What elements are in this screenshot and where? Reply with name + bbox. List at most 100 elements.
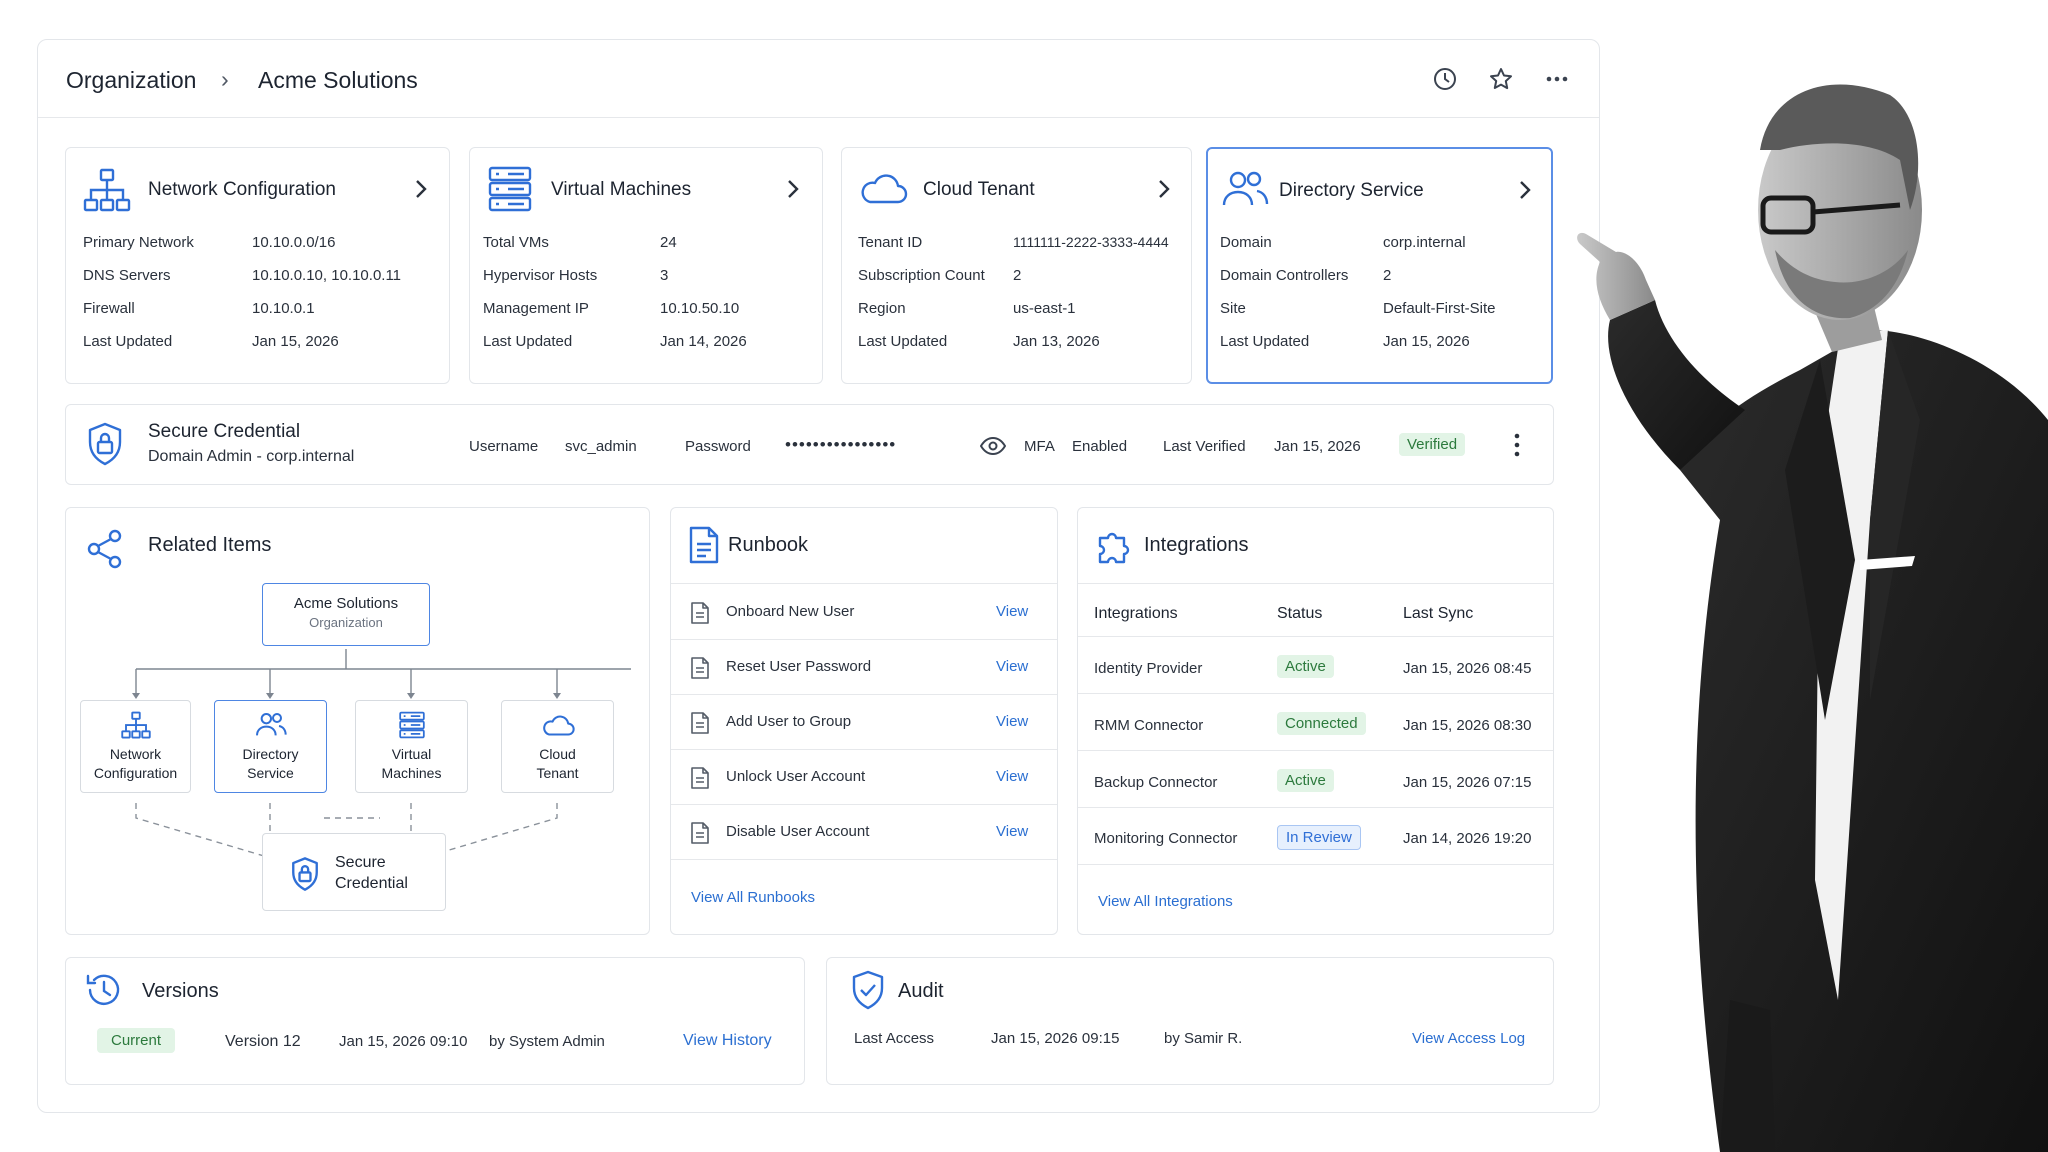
last-sync: Jan 15, 2026 08:30 [1403,717,1532,734]
field-value: 10.10.0.10, 10.10.0.11 [252,267,402,284]
status-badge: In Review [1277,825,1361,850]
virtual-machines-card[interactable]: Virtual Machines Total VMs 24 Hypervisor… [469,147,823,384]
star-icon[interactable] [1487,65,1515,93]
field-value: Jan 13, 2026 [1013,333,1100,350]
runbook-card: Runbook Onboard New User View Reset User… [670,507,1058,935]
view-link[interactable]: View [996,603,1028,620]
network-icon [83,168,131,212]
version-number: Version 12 [225,1033,301,1050]
server-icon [398,711,425,739]
node-label: Virtual [391,746,432,762]
secure-credential-bar: Secure Credential Domain Admin - corp.in… [65,404,1554,485]
view-all-integrations-link[interactable]: View All Integrations [1098,893,1233,910]
field-value: 2 [1383,267,1392,284]
field-value: us-east-1 [1013,300,1076,317]
password-value[interactable]: •••••••••••••••• [785,435,896,455]
field-value: corp.internal [1383,234,1466,251]
runbook-item: Add User to Group [726,713,852,730]
cloud-icon [861,174,908,204]
chevron-right-icon[interactable] [412,178,430,200]
users-icon [1222,171,1269,206]
related-node-virtual-machines[interactable]: Virtual Machines [355,700,468,793]
runbook-item: Unlock User Account [726,768,866,785]
chevron-right-icon[interactable] [1155,178,1173,200]
runbook-item: Reset User Password [726,658,872,675]
last-access-label: Last Access [854,1030,935,1047]
related-node-organization[interactable]: Acme Solutions Organization [262,583,430,646]
file-icon [691,767,709,789]
status-badge: Connected [1277,712,1366,735]
users-icon [255,713,287,736]
related-node-secure-credential[interactable]: Secure Credential [262,833,446,911]
field-value: 3 [660,267,669,284]
field-value: 10.10.50.10 [660,300,740,317]
integration-name: Monitoring Connector [1094,830,1238,847]
status-badge: Active [1277,655,1334,678]
field-label: Last Updated [1220,333,1310,350]
node-label: Credential [335,875,408,892]
view-link[interactable]: View [996,713,1028,730]
version-date: Jan 15, 2026 09:10 [339,1033,468,1050]
card-title: Network Configuration [148,179,336,200]
column-header: Last Sync [1403,605,1474,622]
view-link[interactable]: View [996,658,1028,675]
field-value: 24 [660,234,677,251]
breadcrumb-separator: › [221,66,229,92]
history-icon[interactable] [1431,65,1459,93]
field-label: Management IP [483,300,589,317]
node-label: Configuration [93,765,178,781]
breadcrumb-organization[interactable]: Organization [66,67,196,94]
view-link[interactable]: View [996,768,1028,785]
field-value: 2 [1013,267,1022,284]
view-history-link[interactable]: View History [683,1032,772,1050]
node-name: Acme Solutions [293,595,399,612]
chevron-right-icon[interactable] [1516,179,1534,201]
page-header: Organization › Acme Solutions [38,40,1599,118]
field-label: Region [858,300,906,317]
audit-card: Audit Last Access Jan 15, 2026 09:15 by … [826,957,1554,1085]
view-link[interactable]: View [996,823,1028,840]
cloud-icon [542,715,575,736]
integration-name: RMM Connector [1094,717,1204,734]
main-panel: Organization › Acme Solutions Network Co… [37,39,1600,1113]
last-sync: Jan 15, 2026 08:45 [1403,660,1532,677]
node-label: Cloud [539,746,576,762]
runbook-item: Onboard New User [726,603,855,620]
field-label: Last Updated [858,333,948,350]
username-value[interactable]: svc_admin [565,438,637,455]
related-node-directory-service[interactable]: Directory Service [214,700,327,793]
related-node-network-configuration[interactable]: Network Configuration [80,700,191,793]
network-icon [120,711,151,739]
status-badge: Current [97,1028,176,1053]
view-access-log-link[interactable]: View Access Log [1412,1030,1525,1047]
credential-subtitle: Domain Admin - corp.internal [148,448,355,465]
integration-name: Identity Provider [1094,660,1203,677]
kebab-menu-icon[interactable] [1512,432,1522,458]
directory-service-card[interactable]: Directory Service Domain corp.internal D… [1206,147,1553,384]
document-icon [689,526,719,564]
field-label: Domain [1220,234,1272,251]
related-items-card: Related Items Acme Solutions Organizatio… [65,507,650,935]
field-value: 10.10.0.1 [252,300,315,317]
related-node-cloud-tenant[interactable]: Cloud Tenant [501,700,614,793]
network-configuration-card[interactable]: Network Configuration Primary Network 10… [65,147,450,384]
field-label: Total VMs [483,234,549,251]
integrations-title: Integrations [1144,534,1249,556]
view-all-runbooks-link[interactable]: View All Runbooks [691,889,815,906]
cloud-tenant-card[interactable]: Cloud Tenant Tenant ID 1111111-2222-3333… [841,147,1192,384]
mfa-value: Enabled [1072,438,1128,455]
status-badge: Active [1277,769,1334,792]
card-title: Cloud Tenant [923,179,1035,200]
last-sync: Jan 14, 2026 19:20 [1403,830,1532,847]
status-badge: Verified [1399,433,1466,456]
history-icon [86,974,120,1005]
field-label: Subscription Count [858,267,985,284]
file-icon [691,657,709,679]
more-icon[interactable] [1543,65,1571,93]
shield-lock-icon [88,422,122,466]
eye-icon[interactable] [980,436,1006,456]
integrations-card: Integrations Integrations Status Last Sy… [1077,507,1554,935]
chevron-right-icon[interactable] [784,178,802,200]
node-label: Network [109,746,162,762]
field-label: DNS Servers [83,267,171,284]
